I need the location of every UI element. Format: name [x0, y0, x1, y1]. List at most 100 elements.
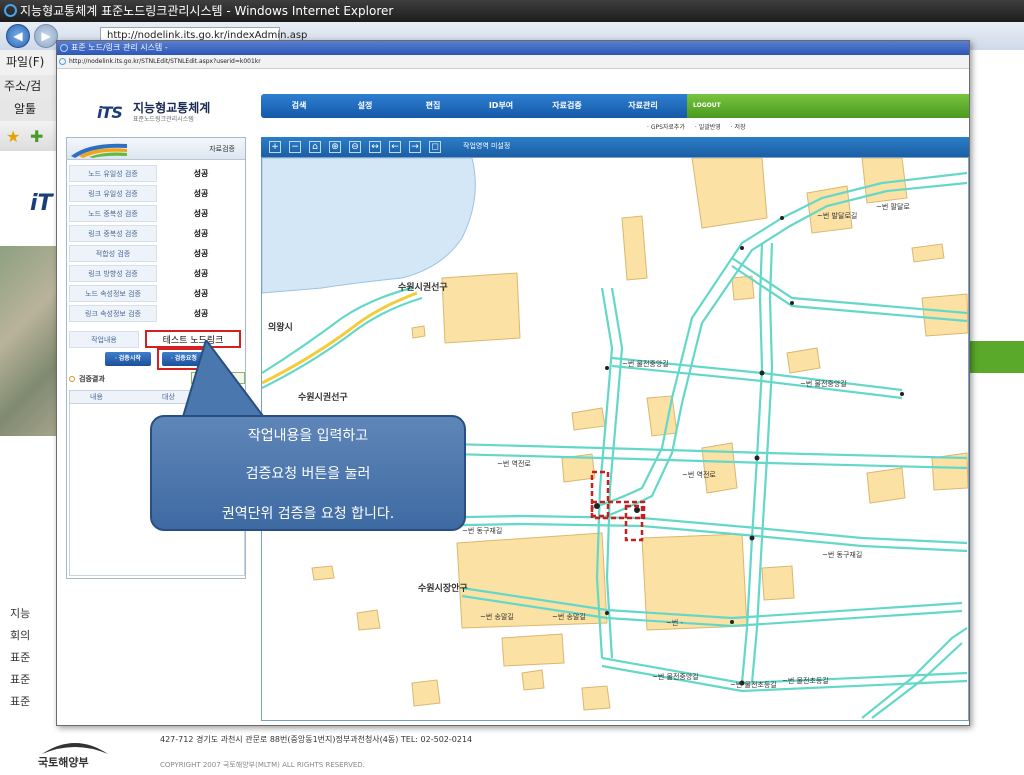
road-label: ~번 물전중앙길: [652, 673, 699, 681]
verify-row-value: 성공: [193, 169, 209, 178]
outer-window-title: 지능형교통체계 표준노드링크관리시스템 - Windows Internet E…: [0, 0, 1024, 22]
callout-line: 검증요청 버튼을 눌러: [245, 466, 371, 482]
outer-footer: 국토해양부 427-712 경기도 과천시 관문로 88번(중앙동1번지)정부과…: [0, 722, 1024, 769]
verify-row-value: 성공: [193, 189, 209, 198]
result-bullet-icon: [69, 376, 75, 382]
main-menu-bar: 검색 설정 편집 ID부여 자료검증 자료관리 LOGOUT: [261, 94, 969, 118]
submenu-batch-apply[interactable]: · 일괄반영: [695, 124, 721, 131]
road-label: ~번 동구재길: [822, 551, 863, 559]
callout-line: 권역단위 검증을 요청 합니다.: [221, 506, 395, 522]
verify-row-node-duplicate: 노드 중복성 검증 성공: [69, 204, 245, 223]
select-area-icon[interactable]: ◻: [429, 141, 441, 153]
zoom-out-icon[interactable]: −: [289, 141, 301, 153]
result-col-target: 대상: [162, 393, 175, 401]
prev-extent-icon[interactable]: ←: [389, 141, 401, 153]
logout-button[interactable]: LOGOUT: [693, 94, 721, 118]
panel-title: 자료검증: [209, 145, 235, 153]
verify-row-label: 링크 방향성 검증: [69, 265, 157, 282]
inner-address-text[interactable]: http://nodelink.its.go.kr/STNLEdit/STNLE…: [69, 58, 261, 65]
menu-data-verify[interactable]: 자료검증: [537, 94, 597, 118]
outer-favorites-bar: ★ ✚: [0, 121, 60, 151]
pan-icon[interactable]: ↔: [369, 141, 381, 153]
verify-row-link-unique: 링크 유일성 검증 성공: [69, 184, 245, 203]
zoom-box-in-icon[interactable]: ⊕: [329, 141, 341, 153]
verify-row-label: 노드 속성정보 검증: [69, 285, 157, 302]
verify-start-button[interactable]: · 검증시작: [105, 352, 151, 366]
callout-line: 작업내용을 입력하고: [247, 428, 369, 444]
outer-window-title-text: 지능형교통체계 표준노드링크관리시스템 - Windows Internet E…: [20, 4, 394, 18]
verify-row-label: 노드 유일성 검증: [69, 165, 157, 182]
favorites-star-icon[interactable]: ★: [6, 127, 20, 146]
zoom-in-icon[interactable]: +: [269, 141, 281, 153]
forward-button[interactable]: ▶: [34, 24, 58, 48]
result-title: 검증결과: [79, 375, 105, 383]
road-label: ~번 물전초등길: [782, 677, 829, 685]
submenu-gps-add[interactable]: · GPS자료추가: [647, 124, 685, 131]
map-toolbar: + − ⌂ ⊕ ⊖ ↔ ← → ◻ 작업영역 미설정: [261, 137, 969, 157]
outer-list-item[interactable]: 회의: [10, 625, 60, 647]
outer-its-logo: iT: [30, 191, 53, 216]
next-extent-icon[interactable]: →: [409, 141, 421, 153]
verify-row-label: 링크 유일성 검증: [69, 185, 157, 202]
verify-row-suitability: 적합성 검증 성공: [69, 244, 245, 263]
verify-row-value: 성공: [193, 309, 209, 318]
menu-settings[interactable]: 설정: [335, 94, 395, 118]
home-icon[interactable]: ⌂: [309, 141, 321, 153]
menu-edit[interactable]: 편집: [403, 94, 463, 118]
verify-row-node-unique: 노드 유일성 검증 성공: [69, 164, 245, 183]
road-label: ~번 역전로: [497, 460, 531, 468]
verify-row-label: 노드 중복성 검증: [69, 205, 157, 222]
footer-address: 427-712 경기도 과천시 관문로 88번(중앙동1번지)정부과천청사(4동…: [160, 735, 473, 744]
area-label: 수원시장안구: [418, 584, 468, 594]
area-label: 수원시권선구: [398, 283, 448, 293]
page-icon: [59, 58, 66, 65]
road-label: ~번 물전중앙길: [800, 380, 847, 388]
road-label: ~번 물전중앙길: [622, 360, 669, 368]
verify-row-label: 링크 중복성 검증: [69, 225, 157, 242]
add-favorite-icon[interactable]: ✚: [30, 127, 43, 146]
menu-search[interactable]: 검색: [269, 94, 329, 118]
verify-row-node-attr: 노드 속성정보 검증 성공: [69, 284, 245, 303]
menu-id-assign[interactable]: ID부여: [471, 94, 531, 118]
inner-window-title-text: 표준 노드/링크 관리 시스템 -: [71, 43, 168, 52]
submenu-bar: · GPS자료추가 · 일괄반영 · 저장: [647, 122, 754, 131]
road-label: ~번 -: [666, 619, 684, 627]
road-label: ~번 팔달로: [876, 203, 910, 211]
submenu-save[interactable]: · 저장: [731, 124, 746, 131]
back-button[interactable]: ◀: [6, 24, 30, 48]
ie-icon: [4, 4, 17, 17]
menu-green-section: [687, 94, 969, 118]
outer-menu-file[interactable]: 파일(F): [0, 50, 60, 75]
area-label: 수원시권선구: [298, 393, 348, 403]
road-label: ~번 송말길: [480, 613, 514, 621]
ie-icon: [60, 44, 68, 52]
outer-address-label: 주소/검: [0, 75, 60, 97]
verify-row-label: 링크 속성정보 검증: [69, 305, 157, 322]
outer-list-item[interactable]: 표준: [10, 691, 60, 713]
panel-decoration-icon: [71, 143, 127, 158]
app-logo[interactable]: iTS 지능형교통체계 표준노드링크관리시스템: [97, 97, 257, 127]
area-label: 의왕시: [268, 323, 293, 333]
verify-row-link-direction: 링크 방향성 검증 성공: [69, 264, 245, 283]
outer-aerial-photo: [0, 246, 60, 436]
verify-row-value: 성공: [193, 209, 209, 218]
outer-links-label[interactable]: 알툴: [0, 97, 60, 121]
road-label: ~번 동구재길: [462, 527, 503, 535]
outer-list-item[interactable]: 표준: [10, 647, 60, 669]
map-status-text: 작업영역 미설정: [463, 142, 511, 150]
logo-sub-text: 표준노드링크관리시스템: [133, 116, 194, 123]
inner-window-title: 표준 노드/링크 관리 시스템 -: [57, 41, 969, 55]
instruction-callout: 작업내용을 입력하고 검증요청 버튼을 눌러 권역단위 검증을 요청 합니다.: [150, 415, 466, 531]
panel-header: 자료검증: [67, 138, 245, 160]
outer-list-item[interactable]: 표준: [10, 669, 60, 691]
footer-copyright: COPYRIGHT 2007 국토해양부(MLTM) ALL RIGHTS RE…: [160, 761, 365, 769]
verify-row-value: 성공: [193, 229, 209, 238]
road-label: ~번 물전초등길: [730, 681, 777, 689]
menu-data-manage[interactable]: 자료관리: [613, 94, 673, 118]
verify-row-value: 성공: [193, 289, 209, 298]
zoom-box-out-icon[interactable]: ⊖: [349, 141, 361, 153]
outer-list-item[interactable]: 지능: [10, 603, 60, 625]
road-label: ~번 역전로: [682, 471, 716, 479]
callout-pointer-icon: [180, 340, 268, 421]
inner-address-bar[interactable]: http://nodelink.its.go.kr/STNLEdit/STNLE…: [57, 55, 969, 69]
